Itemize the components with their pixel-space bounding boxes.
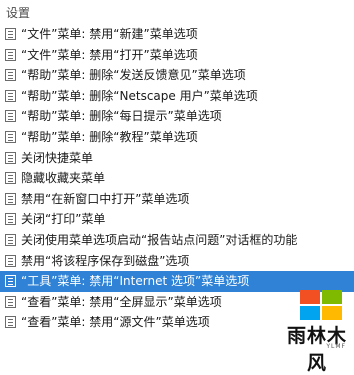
policy-setting-row[interactable]: 禁用“在新窗口中打开”菜单选项: [0, 189, 354, 210]
policy-setting-label: “查看”菜单: 禁用“源文件”菜单选项: [21, 315, 210, 330]
policy-setting-icon: [5, 69, 16, 82]
policy-setting-row[interactable]: “工具”菜单: 禁用“Internet 选项”菜单选项: [0, 271, 354, 292]
policy-setting-label: “帮助”菜单: 删除“教程”菜单选项: [21, 129, 198, 144]
policy-setting-row[interactable]: 禁用“将该程序保存到磁盘”选项: [0, 251, 354, 272]
policy-setting-row[interactable]: “帮助”菜单: 删除“发送反馈意见”菜单选项: [0, 65, 354, 86]
policy-setting-icon: [5, 316, 16, 329]
policy-setting-label: “文件”菜单: 禁用“打开”菜单选项: [21, 47, 198, 62]
ylmf-watermark: 雨林木风 YLMF: [282, 290, 352, 374]
policy-setting-icon: [5, 275, 16, 288]
windows-logo-icon: [300, 290, 344, 322]
policy-setting-icon: [5, 110, 16, 123]
policy-setting-label: 隐藏收藏夹菜单: [21, 171, 106, 186]
policy-setting-row[interactable]: 关闭“打印”菜单: [0, 209, 354, 230]
policy-setting-row[interactable]: “文件”菜单: 禁用“新建”菜单选项: [0, 24, 354, 45]
policy-setting-row[interactable]: “帮助”菜单: 删除“每日提示”菜单选项: [0, 106, 354, 127]
policy-setting-row[interactable]: “文件”菜单: 禁用“打开”菜单选项: [0, 45, 354, 66]
policy-setting-icon: [5, 192, 16, 205]
policy-setting-icon: [5, 295, 16, 308]
policy-setting-row[interactable]: “帮助”菜单: 删除“教程”菜单选项: [0, 127, 354, 148]
policy-setting-icon: [5, 89, 16, 102]
policy-setting-label: “文件”菜单: 禁用“新建”菜单选项: [21, 27, 198, 41]
policy-setting-icon: [5, 28, 16, 40]
policy-setting-label: 关闭快捷菜单: [21, 150, 94, 165]
policy-setting-icon: [5, 48, 16, 61]
policy-setting-label: 禁用“将该程序保存到磁盘”选项: [21, 253, 190, 268]
policy-setting-label: “工具”菜单: 禁用“Internet 选项”菜单选项: [21, 274, 250, 289]
policy-setting-icon: [5, 233, 16, 246]
policy-setting-icon: [5, 213, 16, 226]
watermark-subtext: YLMF: [326, 343, 346, 350]
settings-header: 设置: [6, 6, 31, 20]
policy-setting-label: “帮助”菜单: 删除“发送反馈意见”菜单选项: [21, 68, 246, 83]
policy-settings-list: “文件”菜单: 禁用“新建”菜单选项 “文件”菜单: 禁用“打开”菜单选项 “帮助”…: [0, 24, 354, 333]
policy-setting-row[interactable]: 隐藏收藏夹菜单: [0, 168, 354, 189]
policy-setting-row[interactable]: “帮助”菜单: 删除“Netscape 用户”菜单选项: [0, 86, 354, 107]
policy-setting-icon: [5, 254, 16, 267]
policy-setting-label: 关闭“打印”菜单: [21, 212, 106, 227]
policy-setting-label: “帮助”菜单: 删除“Netscape 用户”菜单选项: [21, 88, 258, 103]
policy-setting-label: 禁用“在新窗口中打开”菜单选项: [21, 191, 190, 206]
policy-setting-label: “查看”菜单: 禁用“全屏显示”菜单选项: [21, 294, 222, 309]
policy-setting-row[interactable]: 关闭快捷菜单: [0, 148, 354, 169]
policy-setting-label: 关闭使用菜单选项启动“报告站点问题”对话框的功能: [21, 232, 298, 247]
policy-setting-row[interactable]: 关闭使用菜单选项启动“报告站点问题”对话框的功能: [0, 230, 354, 251]
policy-setting-label: “帮助”菜单: 删除“每日提示”菜单选项: [21, 109, 222, 124]
policy-setting-icon: [5, 151, 16, 164]
policy-setting-icon: [5, 172, 16, 185]
policy-setting-icon: [5, 130, 16, 143]
